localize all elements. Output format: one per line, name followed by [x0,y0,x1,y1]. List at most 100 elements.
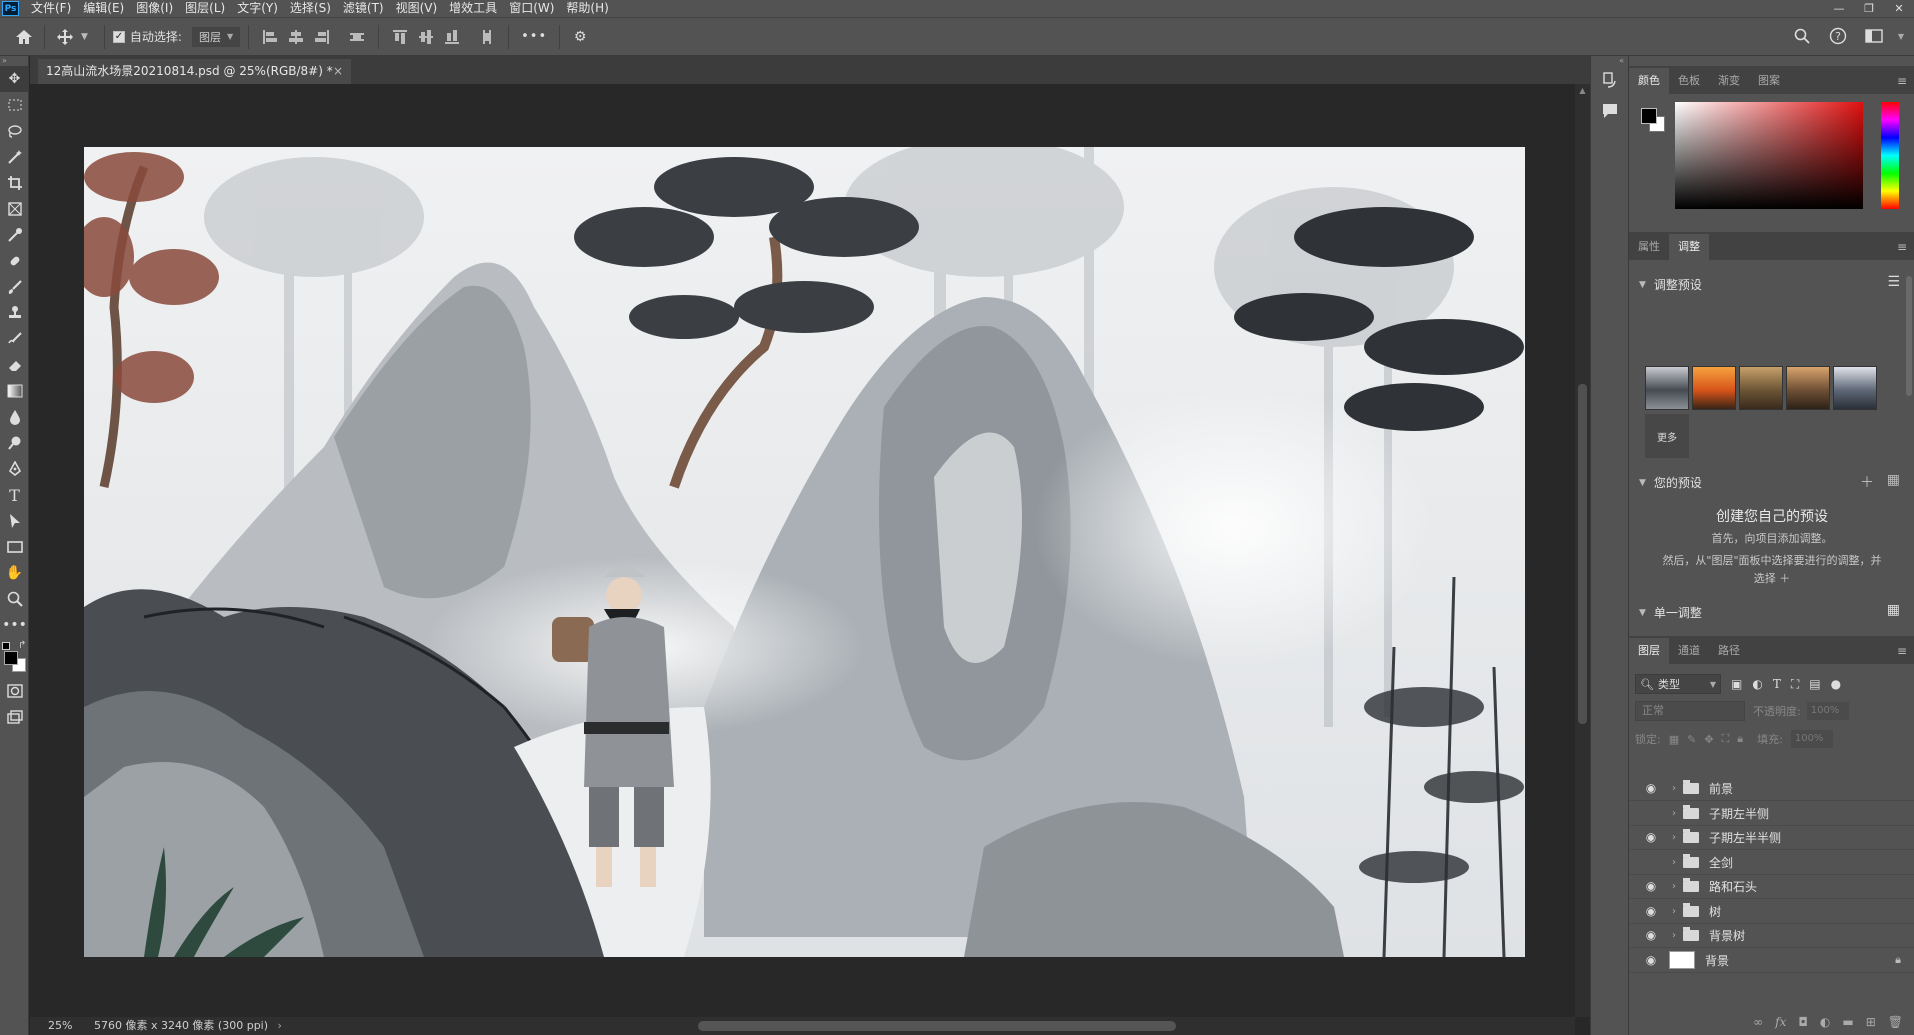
align-right-icon[interactable] [314,29,330,45]
menu-help[interactable]: 帮助(H) [560,0,614,17]
visibility-eye-icon[interactable]: ◉ [1641,879,1661,893]
dodge-tool-icon[interactable] [0,430,29,456]
grid-view-icon[interactable]: ▦ [1887,472,1900,488]
color-swatches[interactable]: ↱ [0,638,28,678]
chevron-right-icon[interactable]: › [1667,906,1681,917]
more-presets-button[interactable]: 更多 [1645,414,1689,458]
layer-filter-dropdown[interactable]: 🔍︎ 类型 ▼ [1635,674,1721,694]
layer-row[interactable]: ◉ › 前景 [1629,776,1914,801]
quick-mask-icon[interactable] [0,678,29,704]
tab-color[interactable]: 颜色 [1629,68,1669,94]
layer-row[interactable]: ◉ 背景 🔒︎ [1629,948,1914,973]
foreground-color-swatch[interactable] [4,651,18,665]
edit-toolbar-icon[interactable]: ••• [0,612,29,638]
vertical-scroll-thumb[interactable] [1578,384,1587,724]
blur-tool-icon[interactable] [0,404,29,430]
visibility-eye-icon[interactable]: ◉ [1641,953,1661,967]
chevron-right-icon[interactable]: › [1667,832,1681,843]
add-icon[interactable]: ＋ [1860,472,1874,492]
visibility-eye-icon[interactable]: ◉ [1641,855,1661,869]
more-options-icon[interactable]: ••• [521,29,547,44]
visibility-eye-icon[interactable]: ◉ [1641,806,1661,820]
tab-gradients[interactable]: 渐变 [1709,68,1749,94]
menu-file[interactable]: 文件(F) [25,0,77,17]
presets-section-header[interactable]: ▼ 调整预设 [1639,276,1702,293]
zoom-tool-icon[interactable] [0,586,29,612]
collapse-icon[interactable]: « [1591,56,1628,66]
brush-tool-icon[interactable] [0,274,29,300]
foreground-color-swatch[interactable] [1641,108,1657,124]
preset-thumbnail[interactable] [1833,366,1877,410]
menu-select[interactable]: 选择(S) [284,0,337,17]
home-icon[interactable] [12,25,36,49]
healing-brush-tool-icon[interactable] [0,248,29,274]
tab-swatches[interactable]: 色板 [1669,68,1709,94]
document-canvas[interactable] [84,147,1525,957]
color-field[interactable] [1675,102,1863,209]
restore-button[interactable]: ❐ [1854,0,1884,17]
shape-filter-icon[interactable]: ⛶ [1791,677,1799,692]
minimize-button[interactable]: — [1824,0,1854,17]
history-brush-tool-icon[interactable] [0,326,29,352]
preset-thumbnail[interactable] [1645,366,1689,410]
eyedropper-tool-icon[interactable] [0,222,29,248]
pixel-filter-icon[interactable]: ▣ [1731,677,1742,691]
menu-filter[interactable]: 滤镜(T) [337,0,390,17]
lock-pixels-icon[interactable]: ✎ [1687,733,1696,746]
filter-toggle-icon[interactable]: ● [1831,677,1841,691]
tab-patterns[interactable]: 图案 [1749,68,1789,94]
link-layers-icon[interactable]: ∞ [1753,1015,1763,1029]
move-tool-icon[interactable]: ✥ [0,66,29,92]
chevron-right-icon[interactable]: › [1667,930,1681,941]
menu-plugins[interactable]: 增效工具 [443,0,503,17]
gear-icon[interactable]: ⚙ [568,25,592,49]
search-icon[interactable] [1790,24,1814,48]
visibility-eye-icon[interactable]: ◉ [1641,781,1661,795]
chevron-right-icon[interactable]: › [1667,857,1681,868]
auto-select-checkbox[interactable]: ✓ [112,30,125,43]
gradient-tool-icon[interactable] [0,378,29,404]
tab-layers[interactable]: 图层 [1629,638,1669,664]
menu-layer[interactable]: 图层(L) [179,0,231,17]
crop-tool-icon[interactable] [0,170,29,196]
new-adjustment-icon[interactable]: ◐ [1820,1015,1830,1029]
menu-image[interactable]: 图像(I) [130,0,179,17]
lock-position-icon[interactable]: ✥ [1704,733,1713,746]
add-mask-icon[interactable]: ◘ [1798,1015,1808,1029]
move-tool-icon[interactable] [53,25,77,49]
lock-artboard-icon[interactable]: ⛶ [1722,732,1730,746]
fill-input[interactable]: 100% [1790,730,1833,748]
layer-row[interactable]: ◉ › 子期左半半侧 [1629,825,1914,850]
close-window-button[interactable]: ✕ [1884,0,1914,17]
align-left-icon[interactable] [262,29,278,45]
magic-wand-tool-icon[interactable] [0,144,29,170]
frame-tool-icon[interactable] [0,196,29,222]
menu-view[interactable]: 视图(V) [390,0,444,17]
horizontal-scroll-thumb[interactable] [698,1021,1176,1031]
chevron-down-icon[interactable]: ▼ [1898,32,1904,41]
stamp-tool-icon[interactable] [0,300,29,326]
chevron-right-icon[interactable]: › [1667,881,1681,892]
panel-menu-icon[interactable]: ≡ [1897,240,1907,254]
align-hcenter-icon[interactable] [288,29,304,45]
layer-style-icon[interactable]: fx [1775,1015,1786,1029]
layer-row[interactable]: ◉ › 树 [1629,899,1914,924]
screen-mode-icon[interactable] [0,704,29,730]
chevron-right-icon[interactable]: › [1667,808,1681,819]
delete-layer-icon[interactable]: 🗑︎ [1888,1015,1903,1029]
adjustment-filter-icon[interactable]: ◐ [1752,677,1762,691]
help-icon[interactable]: ? [1826,24,1850,48]
blend-mode-dropdown[interactable]: 正常 [1635,701,1745,721]
panel-menu-icon[interactable]: ≡ [1897,74,1907,88]
zoom-level[interactable]: 25% [48,1019,72,1032]
visibility-eye-icon[interactable]: ◉ [1641,904,1661,918]
chevron-down-icon[interactable]: ▼ [81,32,88,42]
new-group-icon[interactable]: ▬ [1842,1015,1853,1029]
chevron-right-icon[interactable]: › [1667,783,1681,794]
align-vcenter-icon[interactable] [418,29,434,45]
layer-row[interactable]: ◉ › 背景树 [1629,923,1914,948]
layer-row[interactable]: ◉ › 路和石头 [1629,874,1914,899]
workspace-icon[interactable] [1862,24,1886,48]
single-adjust-section-header[interactable]: ▼ 单一调整 [1639,604,1702,621]
type-filter-icon[interactable]: T [1773,677,1781,691]
